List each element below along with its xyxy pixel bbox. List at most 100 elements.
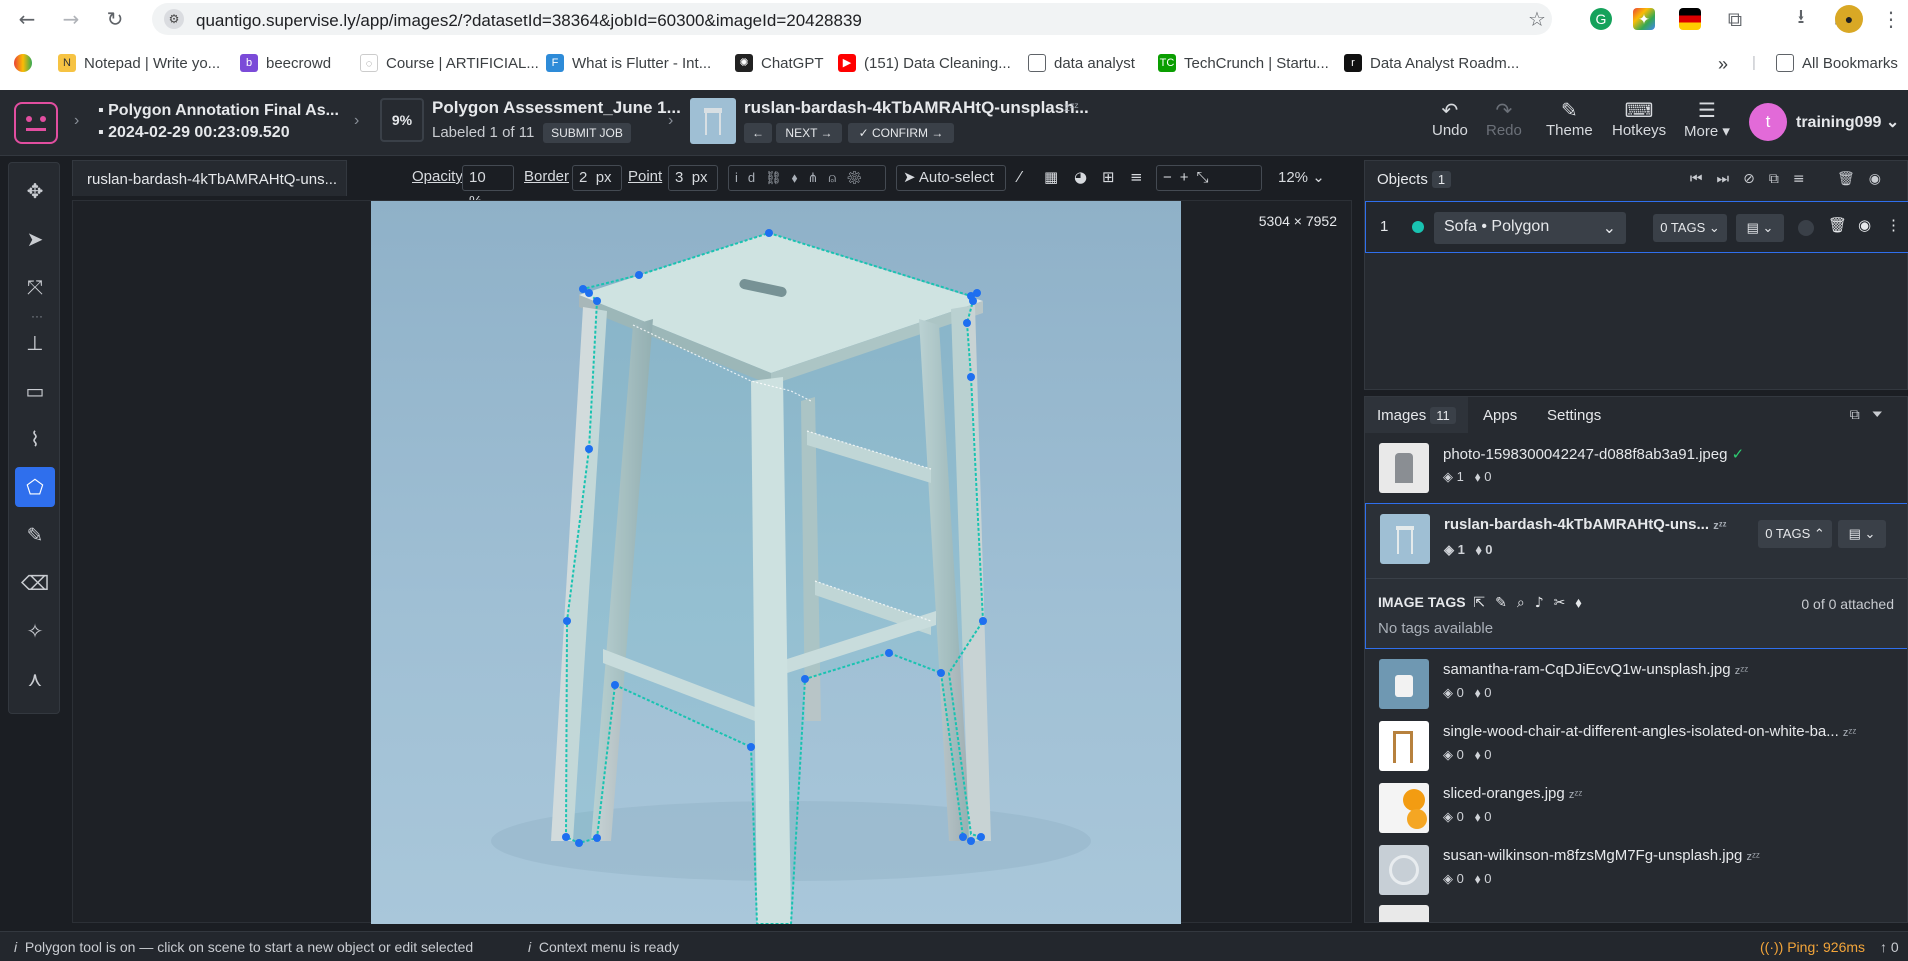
auto-select-button[interactable]: ➤ Auto-select xyxy=(896,165,1006,191)
sliders-icon[interactable]: ≡ xyxy=(1130,168,1143,186)
project-title[interactable]: ▪ Polygon Annotation Final As... xyxy=(98,102,339,120)
bookmark-item[interactable]: ✺ ChatGPT xyxy=(735,54,824,72)
bookmark-item[interactable]: ▶ (151) Data Cleaning... xyxy=(838,54,1011,72)
bookmark-item[interactable]: TC TechCrunch | Startu... xyxy=(1158,54,1329,72)
copy-icon[interactable]: ⧉ xyxy=(1850,407,1872,423)
submit-job-button[interactable]: SUBMIT JOB xyxy=(543,123,631,143)
object-display-toggles[interactable]: id⛓⬧⋔⍝⚙ xyxy=(728,165,886,191)
prev-image-button[interactable]: ← xyxy=(744,123,772,143)
annotated-photo[interactable] xyxy=(371,201,1181,924)
bookmark-item[interactable]: b beecrowd xyxy=(240,54,331,72)
grammarly-icon[interactable]: G xyxy=(1590,8,1612,30)
id-toggle[interactable]: id xyxy=(735,170,765,185)
image-list-item[interactable]: photo-1598300042247-d088f8ab3a91.jpeg ✓ … xyxy=(1365,437,1907,497)
apps-grid-icon[interactable] xyxy=(14,54,32,72)
theme-button[interactable]: ✎ Theme xyxy=(1546,98,1593,139)
reload-icon[interactable]: ↻ xyxy=(102,6,128,32)
eye-icon[interactable]: ◉ xyxy=(1858,216,1871,234)
redo-button[interactable]: ↷ Redo xyxy=(1486,98,1522,139)
color-picker[interactable] xyxy=(1798,220,1814,236)
copy-icon[interactable]: ⧉ xyxy=(1769,171,1793,187)
user-icon[interactable]: ⍝ xyxy=(828,170,846,185)
image-menu-dropdown[interactable]: ▤ ⌄ xyxy=(1838,520,1886,548)
user-menu[interactable]: training099 ⌄ xyxy=(1796,112,1899,132)
canvas-tab[interactable]: ruslan-bardash-4kTbAMRAHtQ-uns... xyxy=(72,160,347,196)
zoom-out-icon[interactable]: − xyxy=(1163,169,1180,186)
layout-icon[interactable]: ⊞ xyxy=(1102,168,1115,186)
object-menu-dropdown[interactable]: ▤ ⌄ xyxy=(1736,214,1784,242)
delete-icon[interactable]: 🗑 xyxy=(1828,216,1847,234)
zoom-select[interactable]: 12% ⌄ xyxy=(1278,168,1325,186)
point-tool-icon[interactable]: ⊥ xyxy=(15,323,55,363)
last-icon[interactable]: ⏭ xyxy=(1716,171,1743,187)
image-tags-dropdown[interactable]: 0 TAGS ⌃ xyxy=(1758,520,1832,548)
tab-images[interactable]: Images 11 xyxy=(1365,397,1468,433)
select-tool-icon[interactable]: ➤ xyxy=(15,219,55,259)
browser-menu-icon[interactable]: ⋮ xyxy=(1878,6,1904,32)
more-button[interactable]: ☰ More ▾ xyxy=(1684,98,1730,140)
bookmark-item[interactable]: N Notepad | Write yo... xyxy=(58,54,220,72)
forward-icon[interactable]: → xyxy=(58,6,84,32)
bookmark-item[interactable]: r Data Analyst Roadm... xyxy=(1344,54,1519,72)
fit-icon[interactable]: ⤡ xyxy=(1197,169,1217,186)
tab-apps[interactable]: Apps xyxy=(1471,397,1529,433)
more-vertical-icon[interactable]: ⋮ xyxy=(1886,216,1901,234)
polyline-tool-icon[interactable]: ⌇ xyxy=(15,419,55,459)
site-settings-icon[interactable]: ⚙ xyxy=(164,9,184,29)
first-icon[interactable]: ⏮ xyxy=(1690,171,1717,187)
filter-icon[interactable]: ⏷ xyxy=(1872,407,1895,423)
image-list-item[interactable]: susan-wilkinson-m8fzsMgM7Fg-unsplash.jpg… xyxy=(1365,839,1907,899)
brush-tool-icon[interactable]: ✎ xyxy=(15,515,55,555)
selected-image-item[interactable]: ruslan-bardash-4kTbAMRAHtQ-uns... zᶻᶻ ◈ … xyxy=(1365,503,1907,649)
open-icon[interactable]: ⇱ xyxy=(1473,595,1495,611)
palette-icon[interactable]: ◕ xyxy=(1074,168,1087,186)
image-list-item[interactable]: samantha-ram-CqDJiEcvQ1w-unsplash.jpg zᶻ… xyxy=(1365,653,1907,713)
profile-avatar[interactable]: ● xyxy=(1835,5,1863,33)
extension-icon[interactable]: ✦ xyxy=(1633,8,1655,30)
polygon-tool-icon[interactable]: ⬠ xyxy=(15,467,55,507)
bookmark-folder[interactable]: data analyst xyxy=(1028,54,1135,72)
move-tool-icon[interactable]: ⤧ xyxy=(15,267,55,307)
graph-tool-icon[interactable]: ⋏ xyxy=(15,659,55,699)
edit-icon[interactable]: ✎ xyxy=(1495,595,1517,611)
hide-icon[interactable]: ⊘ xyxy=(1743,171,1769,187)
all-bookmarks[interactable]: All Bookmarks xyxy=(1776,54,1898,72)
rectangle-tool-icon[interactable]: ▭ xyxy=(15,371,55,411)
extensions-puzzle-icon[interactable]: ⧉ xyxy=(1722,6,1748,32)
class-select[interactable]: Sofa • Polygon ⌄ xyxy=(1434,212,1626,244)
settings-icon[interactable]: ⚙ xyxy=(846,170,873,185)
opacity-input[interactable]: 10 % xyxy=(462,165,514,210)
address-bar[interactable]: ⚙ quantigo.supervise.ly/app/images2/?dat… xyxy=(152,3,1552,35)
zoom-controls[interactable]: −+⤡ xyxy=(1156,165,1262,191)
tag-icon[interactable]: ⬧ xyxy=(792,170,808,185)
flag-extension-icon[interactable] xyxy=(1679,8,1701,30)
filter-icon[interactable]: ≡ xyxy=(1793,171,1819,187)
confirm-button[interactable]: ✓ CONFIRM → xyxy=(848,123,954,143)
search-icon[interactable]: ⌕ xyxy=(1517,595,1535,611)
smart-tool-icon[interactable]: ✧ xyxy=(15,611,55,651)
bell-icon[interactable]: ♪ xyxy=(1535,595,1554,611)
object-row[interactable]: 1 Sofa • Polygon ⌄ 0 TAGS ⌄ ▤ ⌄ 🗑 ◉ ⋮ xyxy=(1365,201,1908,253)
next-button[interactable]: NEXT → xyxy=(776,123,842,143)
delete-all-icon[interactable]: 🗑 xyxy=(1837,171,1869,187)
download-icon[interactable]: ⭳ xyxy=(1788,4,1814,32)
back-icon[interactable]: ← xyxy=(14,6,40,32)
undo-button[interactable]: ↶ Undo xyxy=(1432,98,1468,139)
tab-settings[interactable]: Settings xyxy=(1535,397,1613,433)
hotkeys-button[interactable]: ⌨ Hotkeys xyxy=(1612,98,1666,139)
pan-tool-icon[interactable]: ✥ xyxy=(15,171,55,211)
more-bookmarks-icon[interactable]: » xyxy=(1718,54,1728,75)
link-icon[interactable]: ⛓ xyxy=(765,170,792,185)
unlink-icon[interactable]: ✂ xyxy=(1554,595,1576,611)
eraser-tool-icon[interactable]: ⌫ xyxy=(15,563,55,603)
magic-wand-icon[interactable]: ⁄ xyxy=(1018,168,1021,186)
zoom-in-icon[interactable]: + xyxy=(1180,169,1197,186)
tags-icon[interactable]: ⬧ xyxy=(1575,595,1591,611)
user-avatar[interactable]: t xyxy=(1749,103,1787,141)
graph-icon[interactable]: ⋔ xyxy=(808,170,829,185)
bookmark-item[interactable]: ◌ Course | ARTIFICIAL... xyxy=(360,54,539,72)
bookmark-star-icon[interactable]: ☆ xyxy=(1524,6,1550,32)
image-list-item[interactable]: sliced-oranges.jpg zᶻᶻ ◈ 0 ⬧ 0 xyxy=(1365,777,1907,837)
objects-tab[interactable]: Objects 1 xyxy=(1365,161,1463,197)
image-viewport[interactable]: 5304 × 7952 xyxy=(72,200,1352,924)
